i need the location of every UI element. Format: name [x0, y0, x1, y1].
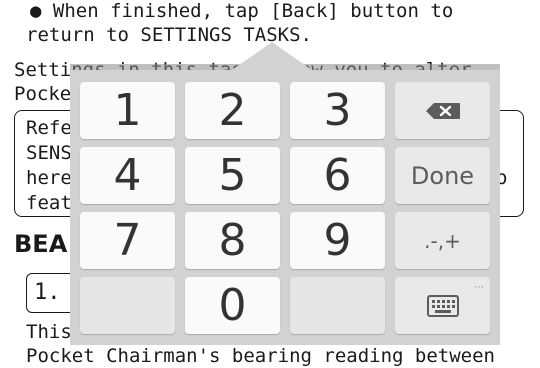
key-0[interactable]: 0: [185, 277, 280, 334]
blank-key: [80, 277, 175, 334]
reference-line: feat: [26, 192, 72, 214]
reference-line: Refe: [26, 117, 72, 139]
bullet-text: When finished, tap [Back] button to: [52, 0, 454, 22]
key-1[interactable]: 1: [80, 82, 175, 139]
settings-dots-icon: ⋯: [474, 282, 484, 293]
bullet-line: ● When finished, tap [Back] button to: [30, 0, 454, 22]
paragraph-line: Pocket Chairman's bearing reading betwee…: [26, 345, 495, 367]
numeric-keypad: 1 2 3 4 5 6 Done 7 8 9 .-,+ 0 ⋯: [70, 70, 500, 345]
step-label: 1.: [34, 280, 61, 305]
section-heading: BEA: [14, 230, 68, 258]
done-button[interactable]: Done: [395, 147, 490, 204]
paragraph-line: This: [26, 321, 72, 343]
key-4[interactable]: 4: [80, 147, 175, 204]
symbols-key[interactable]: .-,+: [395, 212, 490, 269]
key-9[interactable]: 9: [290, 212, 385, 269]
backspace-button[interactable]: [395, 82, 490, 139]
key-7[interactable]: 7: [80, 212, 175, 269]
paragraph-line: Pocke: [14, 83, 72, 105]
key-3[interactable]: 3: [290, 82, 385, 139]
blank-key: [290, 277, 385, 334]
keypad-notch: [232, 42, 312, 70]
backspace-icon: [425, 102, 460, 119]
reference-line: SENS: [26, 142, 72, 164]
key-8[interactable]: 8: [185, 212, 280, 269]
key-6[interactable]: 6: [290, 147, 385, 204]
reference-line: here: [26, 167, 72, 189]
key-2[interactable]: 2: [185, 82, 280, 139]
key-5[interactable]: 5: [185, 147, 280, 204]
keyboard-switch-button[interactable]: ⋯: [395, 277, 490, 334]
keyboard-icon: [426, 294, 459, 317]
